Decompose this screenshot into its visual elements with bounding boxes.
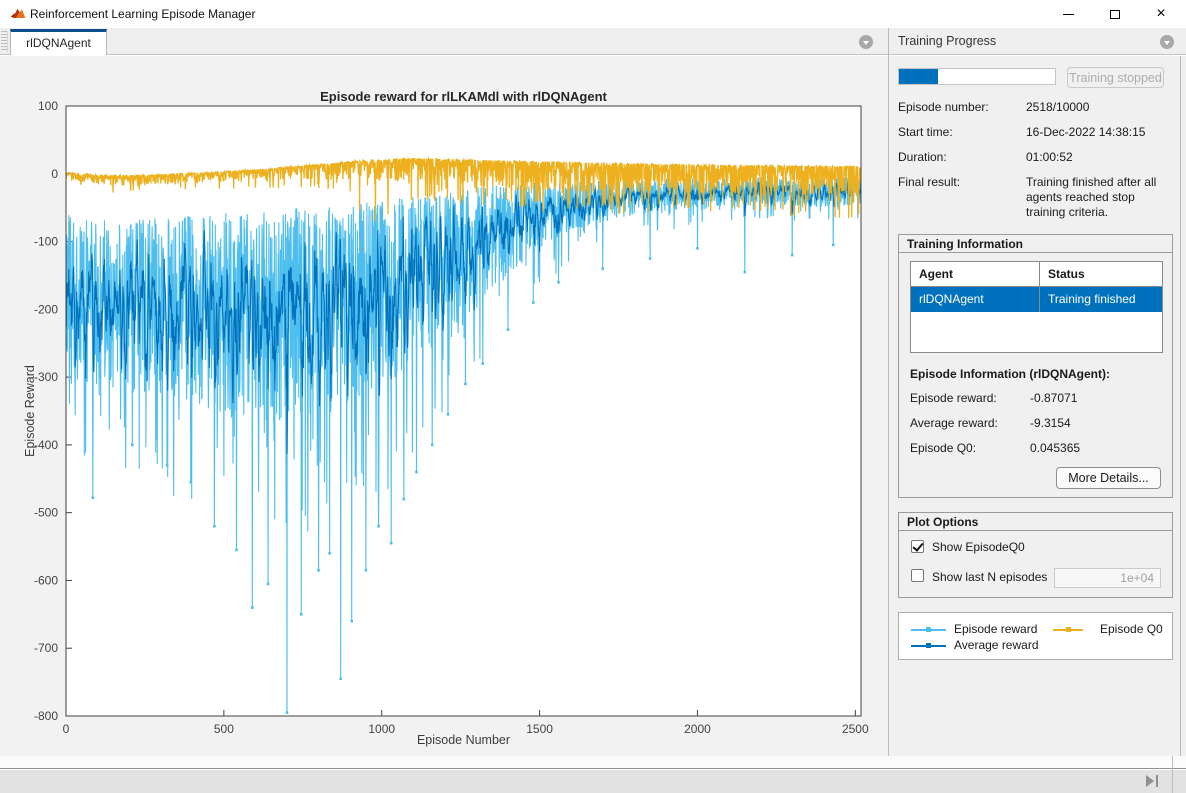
window-title: Reinforcement Learning Episode Manager (30, 0, 255, 28)
field-label: Final result: (898, 175, 960, 189)
status-bar-divider (1172, 756, 1173, 793)
section-title: Plot Options (899, 513, 1172, 531)
legend-marker (926, 627, 931, 632)
minimize-icon (1063, 14, 1074, 15)
svg-text:-700: -700 (34, 641, 58, 655)
agent-cell: rlDQNAgent (911, 287, 1039, 312)
n-episodes-input[interactable] (1054, 568, 1161, 588)
episode-info-title: Episode Information (rlDQNAgent): (910, 367, 1110, 381)
right-margin (1181, 56, 1186, 756)
legend-label-episode-q0: Episode Q0 (1100, 622, 1163, 637)
checkbox-label: Show last N episodes (932, 570, 1047, 585)
matlab-logo-icon (10, 6, 26, 22)
legend-line-episode-reward (911, 629, 946, 631)
app-window: Reinforcement Learning Episode Manager ×… (0, 0, 1186, 793)
maximize-button[interactable] (1100, 0, 1130, 28)
field-label: Start time: (898, 125, 953, 139)
section-title: Training Information (899, 235, 1172, 253)
stat-average-reward: Average reward: -9.3154 (910, 416, 1165, 430)
field-value: Training finished after all agents reach… (1026, 175, 1172, 220)
close-button[interactable]: × (1146, 0, 1176, 28)
collapse-document-icon[interactable] (859, 35, 873, 49)
minimize-button[interactable] (1053, 0, 1083, 28)
plot-options-section: Plot Options Show EpisodeQ0 Show last N … (898, 512, 1173, 598)
field-value: 01:00:52 (1026, 150, 1172, 165)
field-label: Duration: (898, 150, 947, 164)
svg-text:-300: -300 (34, 370, 58, 384)
chart-area: 050010001500200025001000-100-200-300-400… (0, 56, 888, 756)
svg-text:-100: -100 (34, 235, 58, 249)
tab-rldqnagent[interactable]: rlDQNAgent (10, 29, 107, 55)
table-row[interactable]: rlDQNAgent Training finished (911, 287, 1162, 312)
chevron-down-icon (863, 41, 869, 45)
svg-text:100: 100 (38, 99, 58, 113)
legend-label-episode-reward: Episode reward (954, 622, 1037, 637)
skip-end-icon[interactable] (1146, 775, 1162, 787)
more-details-button[interactable]: More Details... (1056, 467, 1161, 489)
panel-title: Training Progress (898, 28, 996, 55)
maximize-icon (1110, 10, 1120, 19)
svg-text:-500: -500 (34, 506, 58, 520)
legend-line-average-reward (911, 645, 946, 647)
svg-text:0: 0 (51, 167, 58, 181)
legend-line-episode-q0 (1053, 629, 1083, 631)
stat-label: Episode reward: (910, 391, 997, 405)
column-header-status: Status (1039, 262, 1162, 286)
x-axis-label: Episode Number (66, 733, 861, 747)
progress-fill (899, 69, 938, 84)
legend-marker (926, 643, 931, 648)
table-header-row: Agent Status (911, 262, 1162, 287)
stat-episode-q0: Episode Q0: 0.045365 (910, 441, 1165, 455)
field-value: 16-Dec-2022 14:38:15 (1026, 125, 1172, 140)
svg-text:-400: -400 (34, 438, 58, 452)
stat-label: Average reward: (910, 416, 998, 430)
stat-value: -9.3154 (1030, 416, 1071, 430)
training-stopped-button[interactable]: Training stopped (1067, 67, 1164, 88)
show-episodeq0-checkbox[interactable] (911, 540, 924, 553)
end-bar-icon (1156, 775, 1158, 787)
chevron-down-icon (1164, 41, 1170, 45)
stat-value: -0.87071 (1030, 391, 1077, 405)
title-bar: Reinforcement Learning Episode Manager × (0, 0, 1186, 28)
legend-marker (1066, 627, 1071, 632)
legend-label-average-reward: Average reward (954, 638, 1039, 653)
training-progress-bar (898, 68, 1056, 85)
stat-episode-reward: Episode reward: -0.87071 (910, 391, 1165, 405)
chart-title: Episode reward for rlLKAMdl with rlDQNAg… (66, 89, 861, 104)
collapse-panel-icon[interactable] (1160, 35, 1174, 49)
triangle-right-icon (1146, 775, 1154, 787)
horizontal-scrollbar[interactable] (0, 756, 1186, 769)
reward-plot-svg: 050010001500200025001000-100-200-300-400… (0, 56, 888, 756)
agent-status-table: Agent Status rlDQNAgent Training finishe… (910, 261, 1163, 353)
tab-strip: rlDQNAgent (0, 28, 1186, 55)
column-header-agent: Agent (911, 262, 1039, 286)
show-last-n-episodes-checkbox[interactable] (911, 569, 924, 582)
field-value: 2518/10000 (1026, 100, 1172, 115)
svg-text:-600: -600 (34, 573, 58, 587)
close-icon: × (1156, 6, 1165, 22)
field-label: Episode number: (898, 100, 989, 114)
stat-value: 0.045365 (1030, 441, 1080, 455)
svg-text:-200: -200 (34, 302, 58, 316)
stat-label: Episode Q0: (910, 441, 976, 455)
svg-text:-800: -800 (34, 709, 58, 723)
dock-grip-icon[interactable] (1, 31, 8, 52)
checkbox-label: Show EpisodeQ0 (932, 540, 1025, 555)
status-bar (0, 770, 1186, 793)
training-information-section: Training Information Agent Status rlDQNA… (898, 234, 1173, 498)
chart-legend: Episode reward Average reward Episode Q0 (898, 612, 1173, 660)
training-progress-panel: Training stopped Episode number: 2518/10… (889, 56, 1180, 756)
status-cell: Training finished (1039, 287, 1162, 312)
